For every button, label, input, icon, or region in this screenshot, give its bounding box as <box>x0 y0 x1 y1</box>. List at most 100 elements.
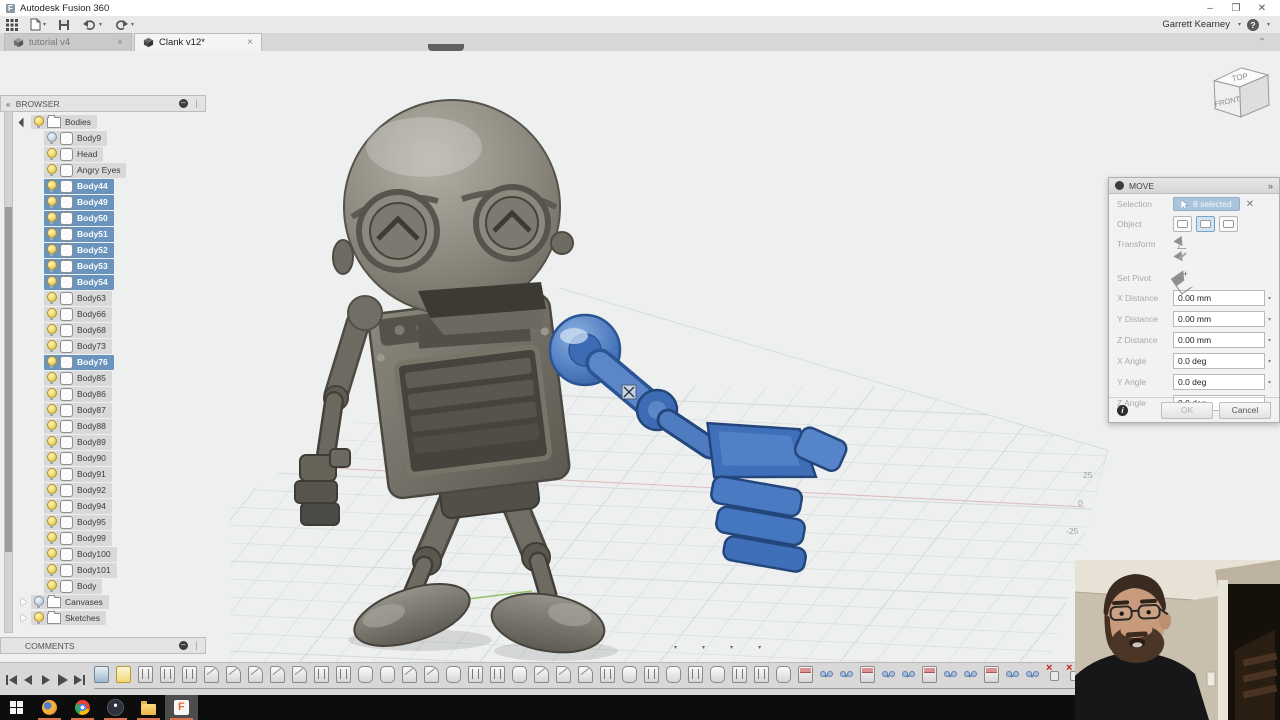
browser-body-item[interactable]: Body92 <box>0 482 206 498</box>
field-spinner-icon[interactable]: ▾ <box>1268 358 1271 365</box>
visibility-bulb-icon[interactable] <box>47 564 57 576</box>
timeline-feature-icon[interactable] <box>754 665 769 683</box>
field-input[interactable]: 0.0 deg <box>1173 374 1265 390</box>
go-to-end-button[interactable] <box>73 674 86 686</box>
browser-header[interactable]: « BROWSER – ❘ <box>0 95 206 112</box>
timeline-feature-icon[interactable] <box>226 665 241 683</box>
visibility-bulb-icon[interactable] <box>47 404 57 416</box>
collapsed-arrow-icon[interactable] <box>20 614 28 622</box>
field-input[interactable]: 0.00 mm <box>1173 332 1265 348</box>
move-manipulator[interactable] <box>621 384 637 400</box>
timeline-feature-icon[interactable] <box>840 666 853 681</box>
visibility-bulb-icon[interactable] <box>47 212 57 224</box>
visibility-bulb-icon[interactable] <box>47 196 57 208</box>
field-spinner-icon[interactable]: ▾ <box>1268 379 1271 386</box>
ok-button[interactable]: OK <box>1161 401 1213 419</box>
comments-options-icon[interactable]: – <box>178 641 188 650</box>
taskbar-app-button[interactable] <box>66 695 99 720</box>
timeline-feature-icon[interactable] <box>902 666 915 681</box>
browser-body-item[interactable]: Body95 <box>0 514 206 530</box>
visibility-bulb-icon[interactable] <box>47 164 57 176</box>
visibility-bulb-icon[interactable] <box>47 388 57 400</box>
browser-body-item[interactable]: Body101 <box>0 562 206 578</box>
nav-tool-button[interactable] <box>606 640 624 655</box>
timeline-feature-icon[interactable] <box>984 665 999 683</box>
browser-body-item[interactable]: Body89 <box>0 434 206 450</box>
browser-body-item[interactable]: Body91 <box>0 466 206 482</box>
timeline-feature-icon[interactable] <box>798 665 813 683</box>
timeline-feature-icon[interactable] <box>860 665 875 683</box>
timeline-feature-icon[interactable] <box>820 666 833 681</box>
timeline-feature-icon[interactable] <box>314 665 329 683</box>
browser-body-item[interactable]: Body85 <box>0 370 206 386</box>
timeline-feature-icon[interactable] <box>556 665 571 683</box>
timeline-feature-icon[interactable] <box>882 666 895 681</box>
browser-body-item[interactable]: Body52 <box>0 242 206 258</box>
visibility-bulb-icon[interactable] <box>47 484 57 496</box>
timeline-feature-icon[interactable] <box>1026 666 1039 681</box>
timeline-feature-icon[interactable] <box>922 665 937 683</box>
visibility-bulb-icon[interactable] <box>34 612 44 624</box>
visibility-bulb-icon[interactable] <box>47 180 57 192</box>
timeline-feature-icon[interactable] <box>534 665 549 683</box>
toolbar-collapse-chevron-icon[interactable]: ⌃ <box>1258 37 1266 48</box>
field-spinner-icon[interactable]: ▾ <box>1268 295 1271 302</box>
selection-chip[interactable]: 8 selected <box>1173 197 1240 211</box>
tab-close-icon[interactable]: × <box>247 37 253 48</box>
browser-body-item[interactable]: Body63 <box>0 290 206 306</box>
tab-close-icon[interactable]: × <box>117 37 123 48</box>
browser-body-item[interactable]: Body9 <box>0 130 206 146</box>
browser-folder-item[interactable]: Canvases <box>0 594 206 610</box>
browser-body-item[interactable]: Body86 <box>0 386 206 402</box>
browser-body-item[interactable]: Head <box>0 146 206 162</box>
visibility-bulb-icon[interactable] <box>47 468 57 480</box>
taskbar-app-button[interactable] <box>33 695 66 720</box>
object-type-body-button[interactable] <box>1196 216 1215 232</box>
browser-body-item[interactable]: Body51 <box>0 226 206 242</box>
scrollbar-thumb[interactable] <box>5 207 12 552</box>
browser-body-item[interactable]: Body68 <box>0 322 206 338</box>
transform-translate-icon[interactable] <box>1173 237 1188 251</box>
browser-body-item[interactable]: Body53 <box>0 258 206 274</box>
info-icon[interactable]: i <box>1117 404 1128 416</box>
visibility-bulb-icon[interactable] <box>47 500 57 512</box>
browser-body-item[interactable]: Body49 <box>0 194 206 210</box>
field-spinner-icon[interactable]: ▾ <box>1268 316 1271 323</box>
object-type-component-button[interactable] <box>1173 216 1192 232</box>
app-grid-icon[interactable] <box>0 16 24 33</box>
visibility-bulb-icon[interactable] <box>47 532 57 544</box>
visibility-bulb-icon[interactable] <box>34 596 44 608</box>
visibility-bulb-icon[interactable] <box>47 420 57 432</box>
timeline-feature-icon[interactable] <box>688 665 703 683</box>
browser-body-item[interactable]: Body100 <box>0 546 206 562</box>
visibility-bulb-icon[interactable] <box>47 260 57 272</box>
expand-arrow-icon[interactable] <box>20 118 28 126</box>
field-input[interactable]: 0.00 mm <box>1173 290 1265 306</box>
timeline-feature-icon[interactable] <box>160 665 175 683</box>
taskbar-app-button[interactable] <box>165 695 198 720</box>
visibility-bulb-icon[interactable] <box>47 308 57 320</box>
browser-body-item[interactable]: Body90 <box>0 450 206 466</box>
data-panel-handle[interactable] <box>428 44 464 51</box>
nav-tool-button[interactable]: ▾ <box>656 640 677 655</box>
visibility-bulb-icon[interactable] <box>47 324 57 336</box>
browser-body-item[interactable]: Body76 <box>0 354 206 370</box>
nav-tool-button[interactable] <box>631 640 649 655</box>
timeline-feature-icon[interactable] <box>380 665 395 683</box>
field-spinner-icon[interactable]: ▾ <box>1268 337 1271 344</box>
object-type-face-button[interactable] <box>1219 216 1238 232</box>
timeline-feature-icon[interactable] <box>600 665 615 683</box>
field-input[interactable]: 0.00 mm <box>1173 311 1265 327</box>
nav-tool-button[interactable]: ▾ <box>684 640 705 655</box>
timeline-feature-icon[interactable] <box>710 665 725 683</box>
nav-tool-button[interactable] <box>581 640 599 655</box>
visibility-bulb-icon[interactable] <box>47 356 57 368</box>
cancel-button[interactable]: Cancel <box>1219 401 1271 419</box>
browser-body-item[interactable]: Body88 <box>0 418 206 434</box>
timeline-feature-icon[interactable] <box>182 665 197 683</box>
timeline-feature-icon[interactable] <box>358 665 373 683</box>
clank-robot-model[interactable] <box>294 99 609 660</box>
visibility-bulb-icon[interactable] <box>47 132 57 144</box>
timeline-feature-icon[interactable] <box>402 665 417 683</box>
browser-scrollbar[interactable] <box>4 111 13 633</box>
